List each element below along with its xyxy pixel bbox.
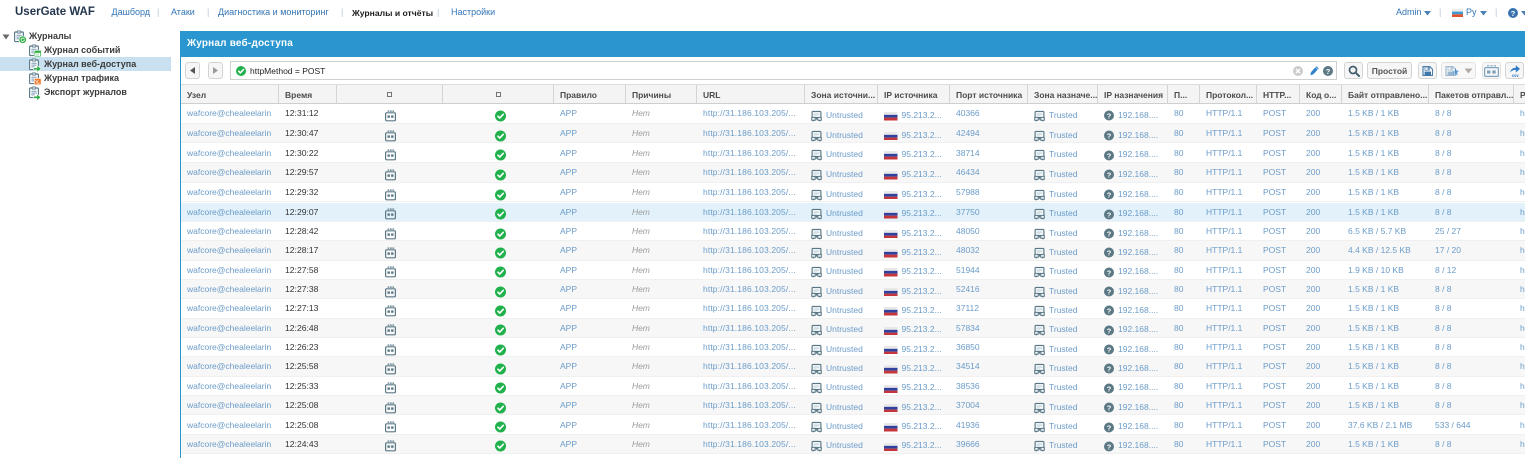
svg-text:?: ? — [1107, 131, 1112, 140]
svg-text:?: ? — [1107, 442, 1112, 451]
svg-text:?: ? — [1326, 67, 1331, 76]
svg-text:?: ? — [1107, 249, 1112, 258]
svg-text:?: ? — [1107, 190, 1112, 199]
svg-text:?: ? — [1107, 151, 1112, 160]
svg-text:?: ? — [1107, 287, 1112, 296]
svg-text:csv: csv — [1511, 73, 1519, 77]
svg-text:?: ? — [1107, 210, 1112, 219]
svg-text:?: ? — [1107, 403, 1112, 412]
svg-text:?: ? — [1511, 9, 1516, 18]
svg-text:?: ? — [1107, 384, 1112, 393]
svg-text:?: ? — [1107, 326, 1112, 335]
svg-text:?: ? — [1107, 345, 1112, 354]
svg-text:?: ? — [1107, 229, 1112, 238]
svg-text:?: ? — [1107, 365, 1112, 374]
svg-text:?: ? — [1107, 423, 1112, 432]
svg-text:?: ? — [1107, 171, 1112, 180]
svg-text:?: ? — [1107, 112, 1112, 121]
svg-text:?: ? — [1107, 268, 1112, 277]
svg-text:10: 10 — [36, 52, 40, 56]
svg-text:?: ? — [1107, 307, 1112, 316]
